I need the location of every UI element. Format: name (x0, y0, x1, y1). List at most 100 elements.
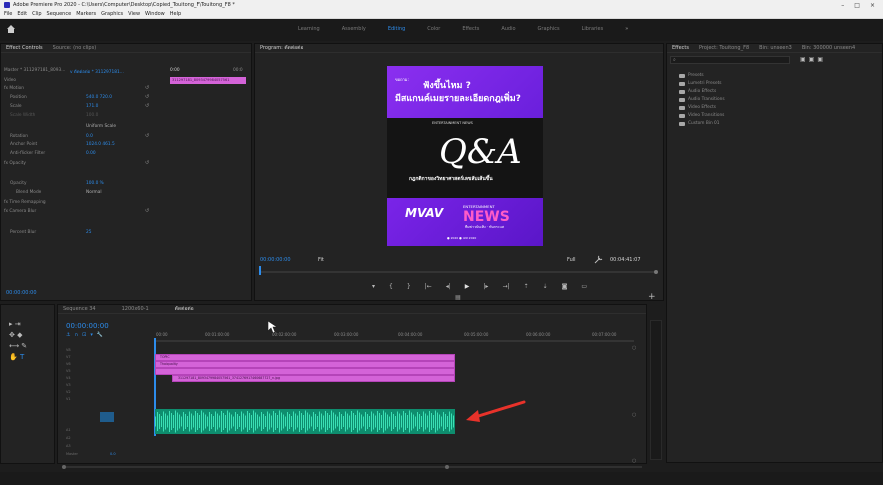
quality-select[interactable]: Full (567, 257, 576, 263)
menu-sequence[interactable]: Sequence (47, 11, 72, 17)
ec-timecode[interactable]: 00:00:00:00 (6, 290, 37, 296)
scroll-handle-icon[interactable]: ○ (632, 412, 636, 418)
hand-tool-icon[interactable]: ✋ T (9, 352, 27, 363)
ripple-tool-icon[interactable]: ✥ ◆ (9, 330, 27, 341)
menu-file[interactable]: File (4, 11, 12, 17)
program-monitor-title[interactable]: Program: ตัดต่อต่อ (260, 44, 303, 52)
anchor-value[interactable]: 1024.0 461.5 (86, 142, 115, 147)
ec-row-motion[interactable]: fx Motion (4, 86, 24, 91)
track-v7[interactable]: V7 (66, 355, 71, 359)
lift-icon[interactable]: ⇡ (524, 283, 529, 290)
go-to-out-icon[interactable]: →| (502, 283, 509, 290)
track-v2[interactable]: V2 (66, 390, 71, 394)
folder-custom-bin[interactable]: Custom Bin 01 (679, 121, 720, 126)
track-v5[interactable]: V5 (66, 369, 71, 373)
track-v4[interactable]: V4 (66, 376, 71, 380)
timeline-tool-icons[interactable]: ⚓∩⊡▾🔧 (66, 332, 107, 338)
a1-target-toggle[interactable] (100, 412, 114, 422)
menu-graphics[interactable]: Graphics (101, 11, 123, 17)
tab-active-sequence[interactable]: ตัดต่อต่อ (175, 305, 194, 313)
ec-row-opacity-group[interactable]: fx Opacity (4, 161, 26, 166)
timeline-horizontal-scrollbar[interactable] (62, 464, 642, 470)
timeline-timecode[interactable]: 00:00:00:00 (66, 322, 109, 330)
tab-sequence-1200[interactable]: 1200x60-1 (122, 306, 149, 312)
go-to-in-icon[interactable]: |← (425, 283, 432, 290)
program-scrub-bar[interactable] (258, 266, 658, 276)
step-forward-icon[interactable]: |▸ (483, 283, 488, 290)
rotation-value[interactable]: 0.0 (86, 134, 93, 139)
track-a2[interactable]: A2 (66, 436, 71, 440)
folder-lumetri-presets[interactable]: Lumetri Presets (679, 81, 722, 86)
home-icon[interactable] (6, 24, 16, 34)
track-v6[interactable]: V6 (66, 362, 71, 366)
percent-blur-value[interactable]: 25 (86, 230, 91, 235)
workspace-color[interactable]: Color (427, 26, 440, 32)
ec-row-camera-blur[interactable]: fx Camera Blur (4, 209, 36, 214)
workspace-effects[interactable]: Effects (462, 26, 479, 32)
workspace-graphics[interactable]: Graphics (538, 26, 560, 32)
folder-audio-effects[interactable]: Audio Effects (679, 89, 716, 94)
scale-value[interactable]: 171.0 (86, 104, 98, 109)
sequence-clip-label[interactable]: v ตัดต่อต่อ * 311297181... (70, 68, 124, 75)
folder-video-transitions[interactable]: Video Transitions (679, 113, 724, 118)
add-marker-icon[interactable]: ▾ (372, 283, 375, 290)
tab-effect-controls[interactable]: Effect Controls (6, 45, 43, 51)
uniform-scale-checkbox[interactable]: Uniform Scale (86, 124, 116, 129)
selection-tool-icon[interactable]: ▸ ⇥ (9, 319, 27, 330)
workspace-audio[interactable]: Audio (501, 26, 515, 32)
clip-topic[interactable] (155, 354, 455, 361)
program-video-frame[interactable]: ขอถาม: ฟังขึ้นไหม ? มีสแกนค์เมยรายละเอีย… (387, 66, 543, 246)
button-editor-icon[interactable]: ▦ (455, 294, 461, 301)
slip-tool-icon[interactable]: ⟷ ✎ (9, 341, 27, 352)
export-frame-icon[interactable]: ◙ (562, 283, 568, 290)
wrench-icon[interactable] (593, 255, 603, 264)
workspace-libraries[interactable]: Libraries (582, 26, 604, 32)
tab-project[interactable]: Project: Touitong_F8 (699, 45, 749, 51)
track-v3[interactable]: V3 (66, 383, 71, 387)
audio-clip-waveform[interactable] (155, 409, 455, 434)
maximize-button[interactable]: □ (854, 2, 860, 9)
master-volume-value[interactable]: 0.0 (110, 452, 116, 456)
fit-select[interactable]: Fit (318, 257, 324, 263)
add-button-icon[interactable]: + (648, 292, 656, 302)
blend-mode-select[interactable]: Normal (86, 190, 102, 195)
close-button[interactable]: × (870, 2, 875, 9)
workspace-learning[interactable]: Learning (298, 26, 320, 32)
timeline-ruler-ticks[interactable] (154, 338, 634, 342)
step-back-icon[interactable]: ◂| (446, 283, 451, 290)
reset-rotation-icon[interactable]: ↺ (145, 133, 149, 139)
clip-sequence-segments[interactable] (155, 368, 455, 375)
reset-motion-icon[interactable]: ↺ (145, 85, 149, 91)
tab-source[interactable]: Source: (no clips) (53, 45, 96, 51)
opacity-value[interactable]: 100.0 % (86, 181, 104, 186)
menu-clip[interactable]: Clip (32, 11, 41, 17)
ec-row-time-remap[interactable]: fx Time Remapping (4, 200, 46, 205)
mark-out-icon[interactable]: } (407, 283, 411, 290)
reset-camera-blur-icon[interactable]: ↺ (145, 208, 149, 214)
workspace-editing[interactable]: Editing (388, 26, 405, 32)
tab-sequence-34[interactable]: Sequence 34 (63, 306, 96, 312)
track-master[interactable]: Master (66, 452, 78, 456)
tab-bin-unseen4[interactable]: Bin: 300000 unseen4 (802, 45, 855, 51)
reset-scale-icon[interactable]: ↺ (145, 103, 149, 109)
effects-search-input[interactable]: ⌕ (670, 56, 790, 64)
play-icon[interactable]: ▶ (465, 283, 470, 290)
folder-audio-transitions[interactable]: Audio Transitions (679, 97, 725, 102)
mark-in-icon[interactable]: { (389, 283, 393, 290)
reset-opacity-icon[interactable]: ↺ (145, 160, 149, 166)
folder-video-effects[interactable]: Video Effects (679, 105, 716, 110)
tab-bin-unseen3[interactable]: Bin: unseen3 (759, 45, 792, 51)
menu-window[interactable]: Window (145, 11, 165, 17)
menu-view[interactable]: View (128, 11, 140, 17)
antiflicker-value[interactable]: 0.00 (86, 151, 96, 156)
menu-edit[interactable]: Edit (17, 11, 27, 17)
tab-effects[interactable]: Effects (672, 45, 689, 51)
scroll-handle-icon[interactable]: ○ (632, 345, 636, 351)
folder-presets[interactable]: Presets (679, 73, 704, 78)
reset-position-icon[interactable]: ↺ (145, 94, 149, 100)
program-timecode[interactable]: 00:00:00:00 (260, 257, 291, 263)
more-workspaces-icon[interactable]: » (625, 26, 628, 32)
workspace-assembly[interactable]: Assembly (342, 26, 366, 32)
extract-icon[interactable]: ⇣ (543, 283, 548, 290)
track-v8[interactable]: V8 (66, 348, 71, 352)
